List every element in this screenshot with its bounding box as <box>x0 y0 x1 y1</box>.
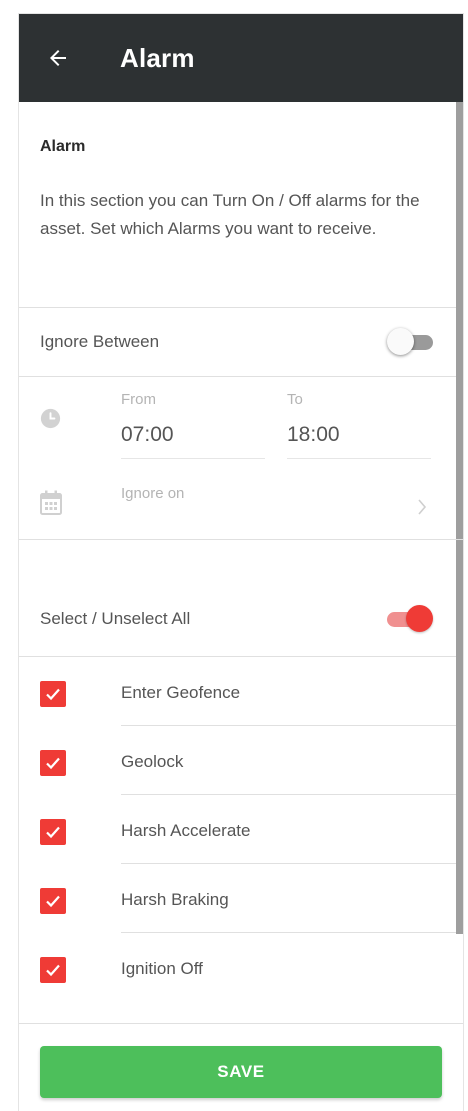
ignore-between-label: Ignore Between <box>40 332 160 351</box>
to-label: To <box>287 391 303 408</box>
alarm-checkbox[interactable] <box>40 681 66 707</box>
from-underline <box>121 458 265 459</box>
calendar-icon <box>40 490 62 515</box>
phone-screen: Alarm Alarm In this section you can Turn… <box>19 14 463 1111</box>
alarm-item-harsh-accelerate[interactable]: Harsh Accelerate <box>19 795 463 864</box>
select-all-row: Select / Unselect All <box>19 582 463 657</box>
back-button[interactable] <box>44 44 72 72</box>
from-value: 07:00 <box>121 423 174 446</box>
alarm-list: Enter Geofence Geolock Harsh Accelerate … <box>19 657 463 1002</box>
save-button[interactable]: SAVE <box>40 1046 442 1098</box>
alarm-label: Geolock <box>121 752 184 771</box>
alarm-label: Harsh Braking <box>121 890 229 909</box>
arrow-left-icon <box>50 50 66 66</box>
check-icon <box>46 895 60 908</box>
toggle-knob <box>406 605 433 632</box>
page-title: Alarm <box>120 42 195 73</box>
alarm-label: Ignition Off <box>121 959 203 978</box>
alarm-checkbox[interactable] <box>40 888 66 914</box>
from-label: From <box>121 391 156 408</box>
alarm-label: Enter Geofence <box>121 683 241 702</box>
alarm-item-enter-geofence[interactable]: Enter Geofence <box>19 657 463 726</box>
check-icon <box>46 826 60 839</box>
alarm-checkbox[interactable] <box>40 750 66 776</box>
alarm-checkbox[interactable] <box>40 819 66 845</box>
alarm-item-ignition-off[interactable]: Ignition Off <box>19 933 463 1002</box>
ignore-on-selector[interactable]: Ignore on <box>121 485 184 502</box>
ignore-between-row: Ignore Between <box>19 308 463 377</box>
time-range-section: From 07:00 To 18:00 Ignore on <box>19 377 463 540</box>
check-icon <box>46 757 60 770</box>
to-value: 18:00 <box>287 423 340 446</box>
ignore-between-toggle[interactable] <box>387 328 433 356</box>
chevron-right-icon[interactable] <box>417 499 427 515</box>
check-icon <box>46 964 60 977</box>
select-all-label: Select / Unselect All <box>40 609 191 628</box>
footer-bar: SAVE <box>19 1023 463 1111</box>
alarm-checkbox[interactable] <box>40 957 66 983</box>
select-all-toggle[interactable] <box>387 605 433 633</box>
toggle-knob <box>387 328 414 355</box>
check-icon <box>46 688 60 701</box>
alarm-label: Harsh Accelerate <box>121 821 251 840</box>
app-bar: Alarm <box>19 14 463 102</box>
section-description: In this section you can Turn On / Off al… <box>40 191 420 238</box>
to-underline <box>287 458 431 459</box>
intro-section: Alarm In this section you can Turn On / … <box>19 102 463 308</box>
section-heading: Alarm <box>40 138 86 155</box>
alarm-item-harsh-braking[interactable]: Harsh Braking <box>19 864 463 933</box>
clock-icon <box>40 408 61 429</box>
alarm-item-geolock[interactable]: Geolock <box>19 726 463 795</box>
